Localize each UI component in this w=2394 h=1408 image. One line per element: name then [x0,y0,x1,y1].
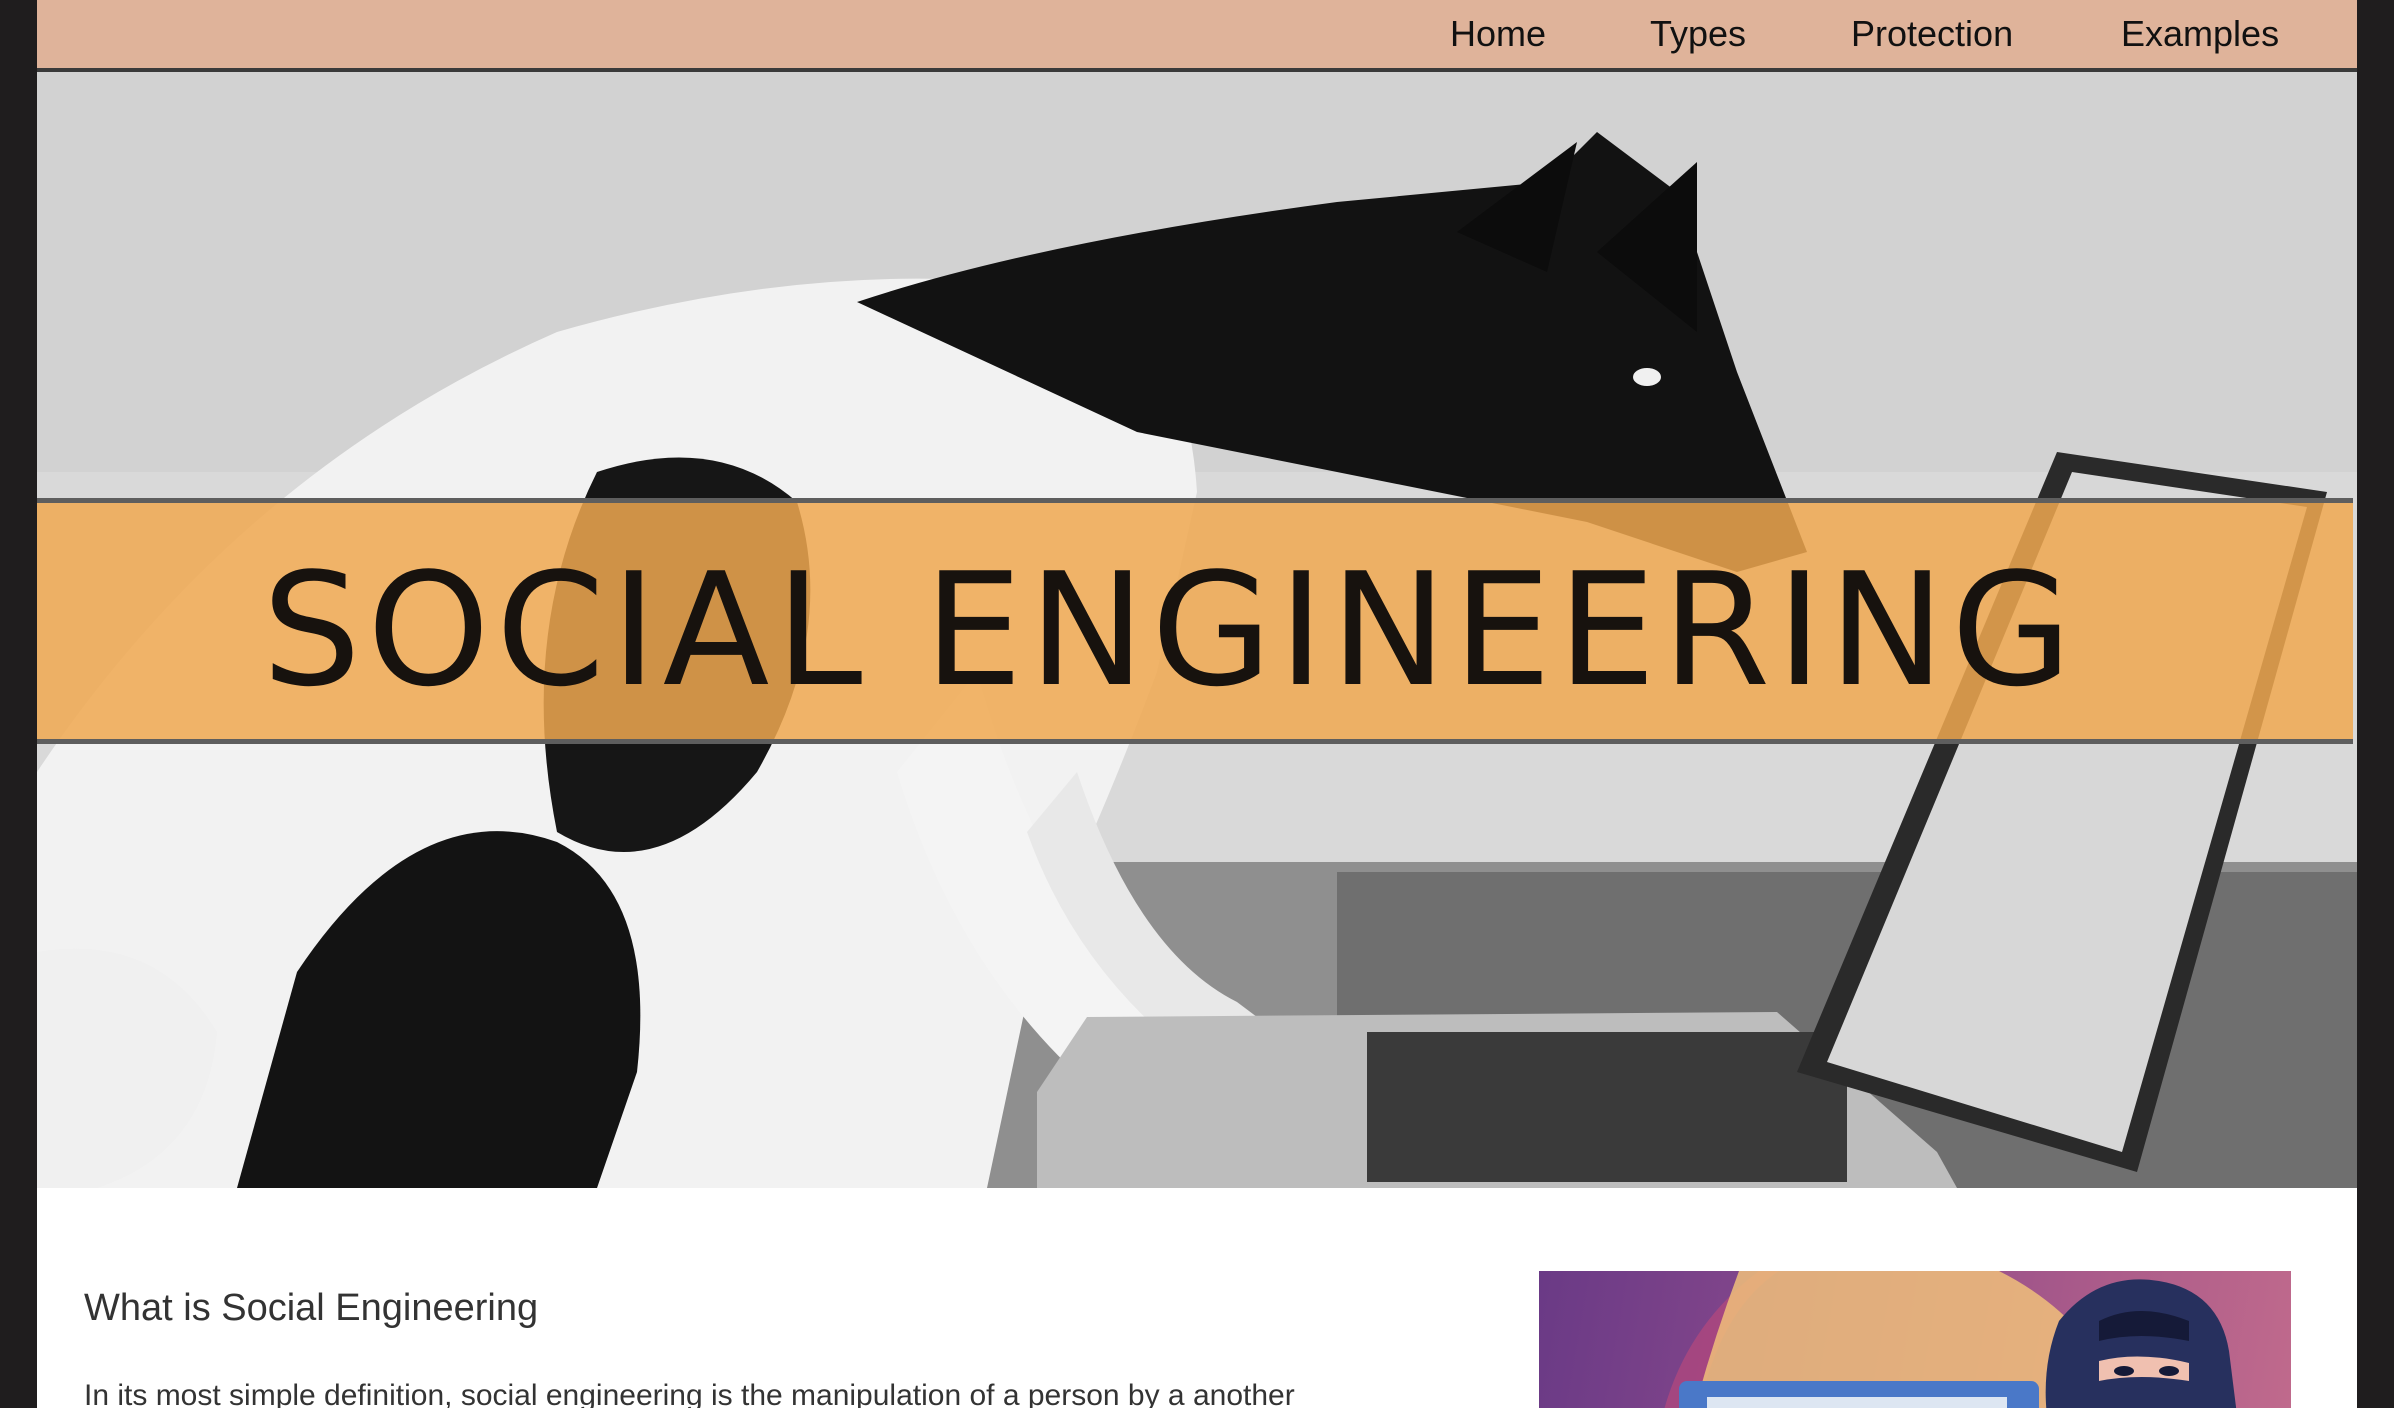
page: Home Types Protection Examples SOCIAL EN… [37,0,2357,1408]
section-paragraph: In its most simple definition, social en… [84,1379,1295,1408]
top-navigation-bar: Home Types Protection Examples [37,0,2357,72]
nav-examples-link[interactable]: Examples [2121,10,2279,58]
hero-title: SOCIAL ENGINEERING [262,539,2078,721]
nav-home-link[interactable]: Home [1450,10,1546,58]
hacker-illustration [1664,1271,2237,1408]
nav-types-link[interactable]: Types [1650,10,1746,58]
hacker-illustration-image [1539,1271,2291,1408]
hero-title-banner: SOCIAL ENGINEERING [37,498,2353,744]
section-heading: What is Social Engineering [84,1287,539,1329]
hero-image: SOCIAL ENGINEERING [37,72,2357,1188]
nav-protection-link[interactable]: Protection [1851,10,2013,58]
